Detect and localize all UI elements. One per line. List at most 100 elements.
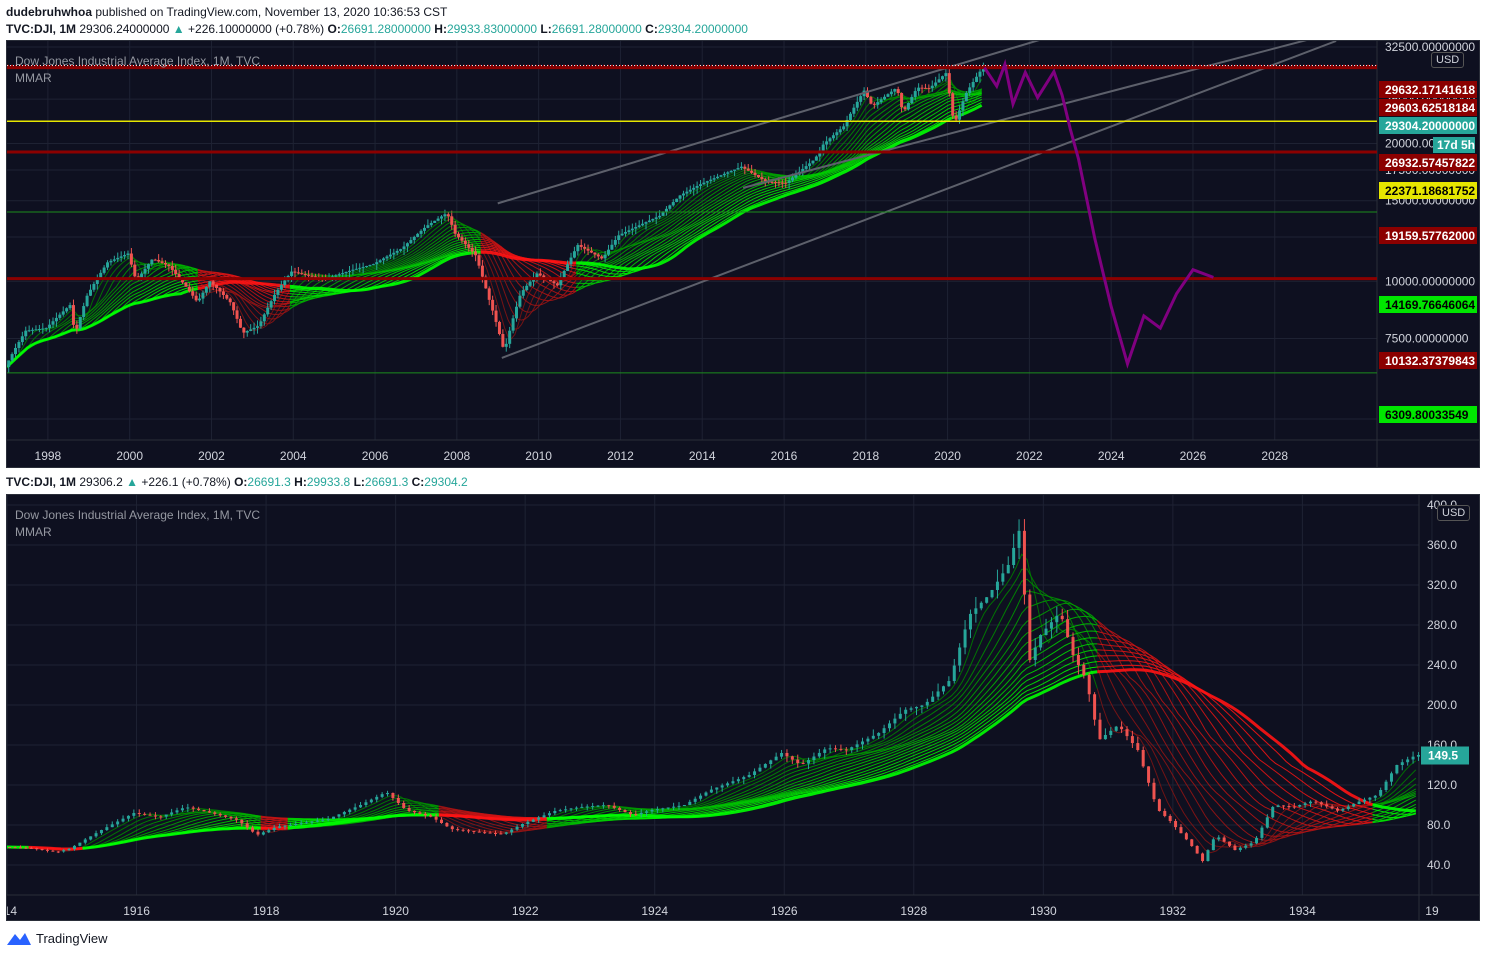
tradingview-brand[interactable]: TradingView [6,930,108,946]
candle-body [218,288,222,292]
candle-body [132,813,136,816]
candle-body [443,214,447,217]
candle-body [1201,853,1205,861]
mmar-ribbon-line [1096,652,1373,848]
currency-button[interactable]: USD [1437,505,1471,521]
candle-body [497,321,501,334]
candle-body [1141,750,1145,767]
candle-body [359,805,363,808]
candle-body [1103,735,1107,740]
candle-body [251,827,255,832]
candle-body [925,701,929,706]
candle-body [661,212,665,216]
candle-body [883,96,887,100]
candle-body [1001,573,1005,582]
candle-body [440,819,444,823]
candle-body [753,172,757,175]
candle-body [51,850,55,852]
indicator-label[interactable]: MMAR [15,525,52,539]
candle-body [553,811,557,814]
candle-body [8,847,12,848]
x-tick-label: 1926 [771,904,798,918]
candle-body [1228,841,1232,846]
price-level-tag-label: 6309.80033549 [1385,408,1469,422]
close-label: C: [645,22,658,36]
candle-body [576,245,580,252]
candle-body [920,87,924,89]
candle-body [882,728,886,733]
candle-body [20,336,24,343]
candle-body [914,706,918,709]
publish-line: dudebruhwhoa published on TradingView.co… [6,5,447,19]
x-tick-label: 2024 [1098,449,1125,463]
candle-body [1292,806,1296,808]
top-chart-panel[interactable]: 1998 2000 2002 2004 2006 2008 2010 2012 2014 2016… [6,40,1480,468]
candle-body [979,602,983,609]
candle-body [1357,801,1361,804]
candle-body [332,816,336,819]
chart-title: Dow Jones Industrial Average Index, 1M, … [15,508,261,522]
candle-body [235,310,239,319]
candle-body [483,832,487,834]
candle-body [930,85,934,89]
price-level-tag-label: 29603.62518184 [1385,101,1475,115]
candle-body [266,307,270,315]
candle-body [290,271,294,276]
candle-body [906,103,910,110]
candle-body [777,182,781,184]
candle-body [963,629,967,648]
x-tick-label: 2028 [1261,449,1288,463]
candle-body [978,71,982,77]
candle-body [477,831,481,833]
last-price-label: 149.5 [1428,749,1458,763]
candle-body [1309,801,1313,804]
candle-body [709,179,713,182]
indicator-label[interactable]: MMAR [15,71,52,85]
candle-body [760,177,764,180]
candle-body [240,819,244,824]
candle-body [422,227,426,231]
candle-body [1330,806,1334,809]
candle-body [399,249,403,251]
author-name[interactable]: dudebruhwhoa [6,5,92,19]
y-tick-label: 280.0 [1427,618,1457,632]
candle-body [1060,615,1064,620]
candle-body [344,271,348,274]
candle-body [293,271,297,273]
candle-body [917,87,921,92]
candle-body [99,830,103,834]
candle-body [591,806,595,808]
candle-body [637,225,641,227]
countdown-label: 17d 5h [1437,138,1475,152]
candle-body [198,298,202,301]
candle-body [24,330,28,337]
high-label: H: [434,22,447,36]
bottom-chart-svg[interactable]: 914 1916 1918 1920 1922 1924 1926 1928 1930 1932 1… [7,495,1480,921]
candle-body [1298,805,1302,807]
x-tick-label: 2020 [934,449,961,463]
open-value: 26691.3 [247,475,291,489]
candle-body [796,759,800,763]
candle-body [654,217,658,219]
low-label: L: [353,475,365,489]
candle-body [1400,762,1404,765]
currency-button[interactable]: USD [1431,52,1465,68]
bottom-chart-panel[interactable]: 914 1916 1918 1920 1922 1924 1926 1928 1930 1932 1… [6,494,1480,921]
candle-body [391,793,395,798]
candle-body [1373,795,1377,798]
candle-body [71,305,75,325]
candle-body [40,849,44,850]
candle-body [207,811,211,813]
candle-body [1195,846,1199,854]
candle-body [869,97,873,104]
candle-body [958,647,962,666]
candle-body [834,748,838,750]
candle-body [511,318,515,331]
candle-body [305,822,309,824]
top-chart-svg[interactable]: 1998 2000 2002 2004 2006 2008 2010 2012 2014 2016… [7,41,1480,468]
mmar-ribbon-line [575,89,982,288]
candle-body [538,273,542,276]
candle-body [14,347,18,355]
candle-body [353,807,357,810]
x-tick-label: 1930 [1030,904,1057,918]
